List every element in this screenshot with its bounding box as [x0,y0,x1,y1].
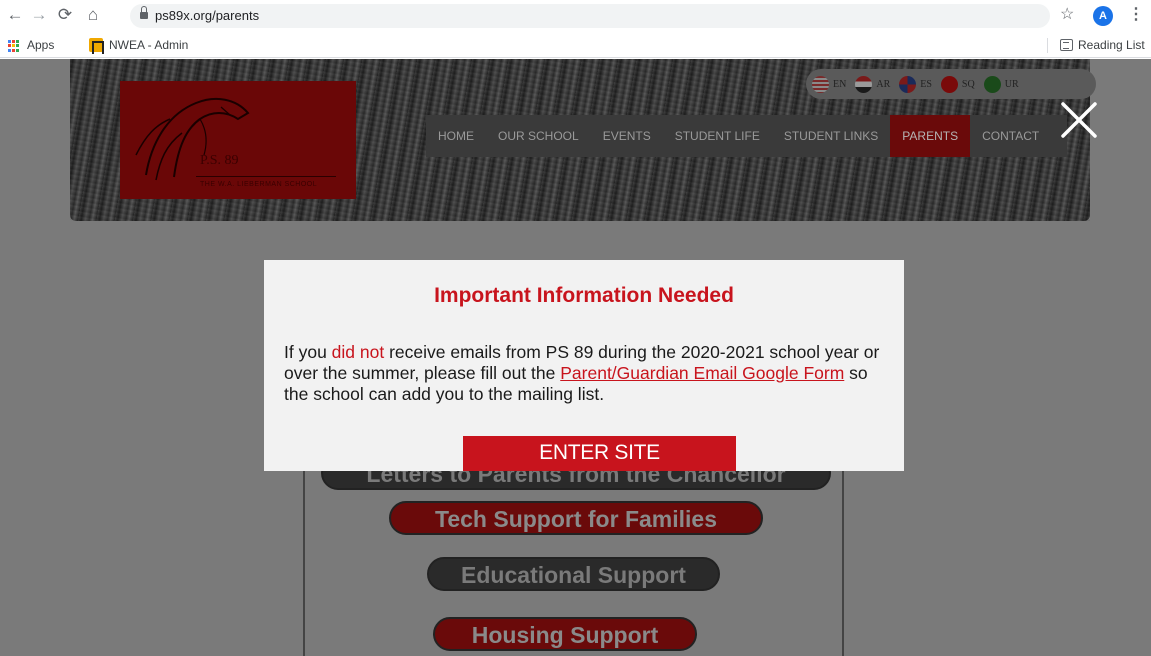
nav-our-school[interactable]: OUR SCHOOL [486,115,591,157]
language-en[interactable]: EN [812,75,847,93]
language-code: SQ [961,78,975,90]
nav-student-life[interactable]: STUDENT LIFE [663,115,772,157]
forward-arrow-icon[interactable]: → [28,4,50,26]
lock-icon [140,6,148,20]
modal-title: Important Information Needed [434,284,734,307]
language-code: UR [1004,78,1019,90]
us-flag-icon [812,75,829,93]
language-selector: EN AR ES SQ UR [806,69,1096,99]
logo-subtitle: THE W.A. LIEBERMAN SCHOOL [200,181,318,188]
apps-grid-icon[interactable] [8,40,20,52]
nav-home[interactable]: HOME [426,115,486,157]
browser-menu-icon[interactable]: ⋮ [1128,4,1144,26]
language-ur[interactable]: UR [983,75,1019,93]
nwea-icon [89,38,104,54]
logo-school-name: P.S. 89 [200,153,239,168]
nav-parents[interactable]: PARENTS [890,115,971,157]
modal-message: If you did not receive emails from PS 89… [284,342,894,405]
bookmark-apps[interactable]: Apps [27,38,54,52]
nav-events[interactable]: EVENTS [591,115,663,157]
parent-guardian-form-link[interactable]: Parent/Guardian Email Google Form [560,363,844,383]
browser-toolbar: ← → ⟳ ⌂ ps89x.org/parents ☆ A ⋮ [0,0,1151,33]
close-icon[interactable] [1060,101,1098,139]
back-arrow-icon[interactable]: ← [4,4,26,26]
language-code: EN [833,78,847,90]
tech-support-families-button[interactable]: Tech Support for Families [389,501,763,535]
reading-list-icon[interactable] [1060,39,1073,51]
bookmarks-divider [1047,38,1048,53]
pakistan-flag-icon [983,75,1001,93]
language-code: AR [876,78,891,90]
nav-student-links[interactable]: STUDENT LINKS [772,115,890,157]
url-text[interactable]: ps89x.org/parents [155,8,259,23]
nav-contact[interactable]: CONTACT [970,115,1051,157]
main-navigation: HOME OUR SCHOOL EVENTS STUDENT LIFE STUD… [426,115,1067,157]
reload-icon[interactable]: ⟳ [54,4,76,26]
reading-list-button[interactable]: Reading List [1078,38,1145,52]
albania-flag-icon [940,75,958,93]
bookmark-nwea-admin[interactable]: NWEA - Admin [109,38,188,52]
logo-divider [196,176,336,177]
language-sq[interactable]: SQ [940,75,975,93]
modal-text-part: If you [284,342,332,362]
page-viewport: P.S. 89 THE W.A. LIEBERMAN SCHOOL EN AR … [0,59,1151,656]
language-es[interactable]: ES [899,75,932,93]
profile-avatar[interactable]: A [1093,6,1113,26]
housing-support-button[interactable]: Housing Support [433,617,697,651]
educational-support-button[interactable]: Educational Support [427,557,720,591]
bookmarks-bar: Apps NWEA - Admin Reading List [0,33,1151,58]
panther-logo-icon [135,97,250,181]
school-logo[interactable]: P.S. 89 THE W.A. LIEBERMAN SCHOOL [120,81,356,199]
important-info-modal: Important Information Needed If you did … [264,260,904,471]
language-code: ES [920,78,932,90]
dominican-flag-icon [899,75,917,93]
enter-site-button[interactable]: ENTER SITE [463,436,736,471]
language-ar[interactable]: AR [855,75,891,93]
bookmark-star-icon[interactable]: ☆ [1060,4,1074,26]
egypt-flag-icon [855,75,873,93]
site-header-banner: P.S. 89 THE W.A. LIEBERMAN SCHOOL EN AR … [70,59,1096,221]
address-bar[interactable]: ps89x.org/parents [130,4,1050,28]
home-icon[interactable]: ⌂ [82,4,104,26]
modal-highlight: did not [331,342,385,362]
